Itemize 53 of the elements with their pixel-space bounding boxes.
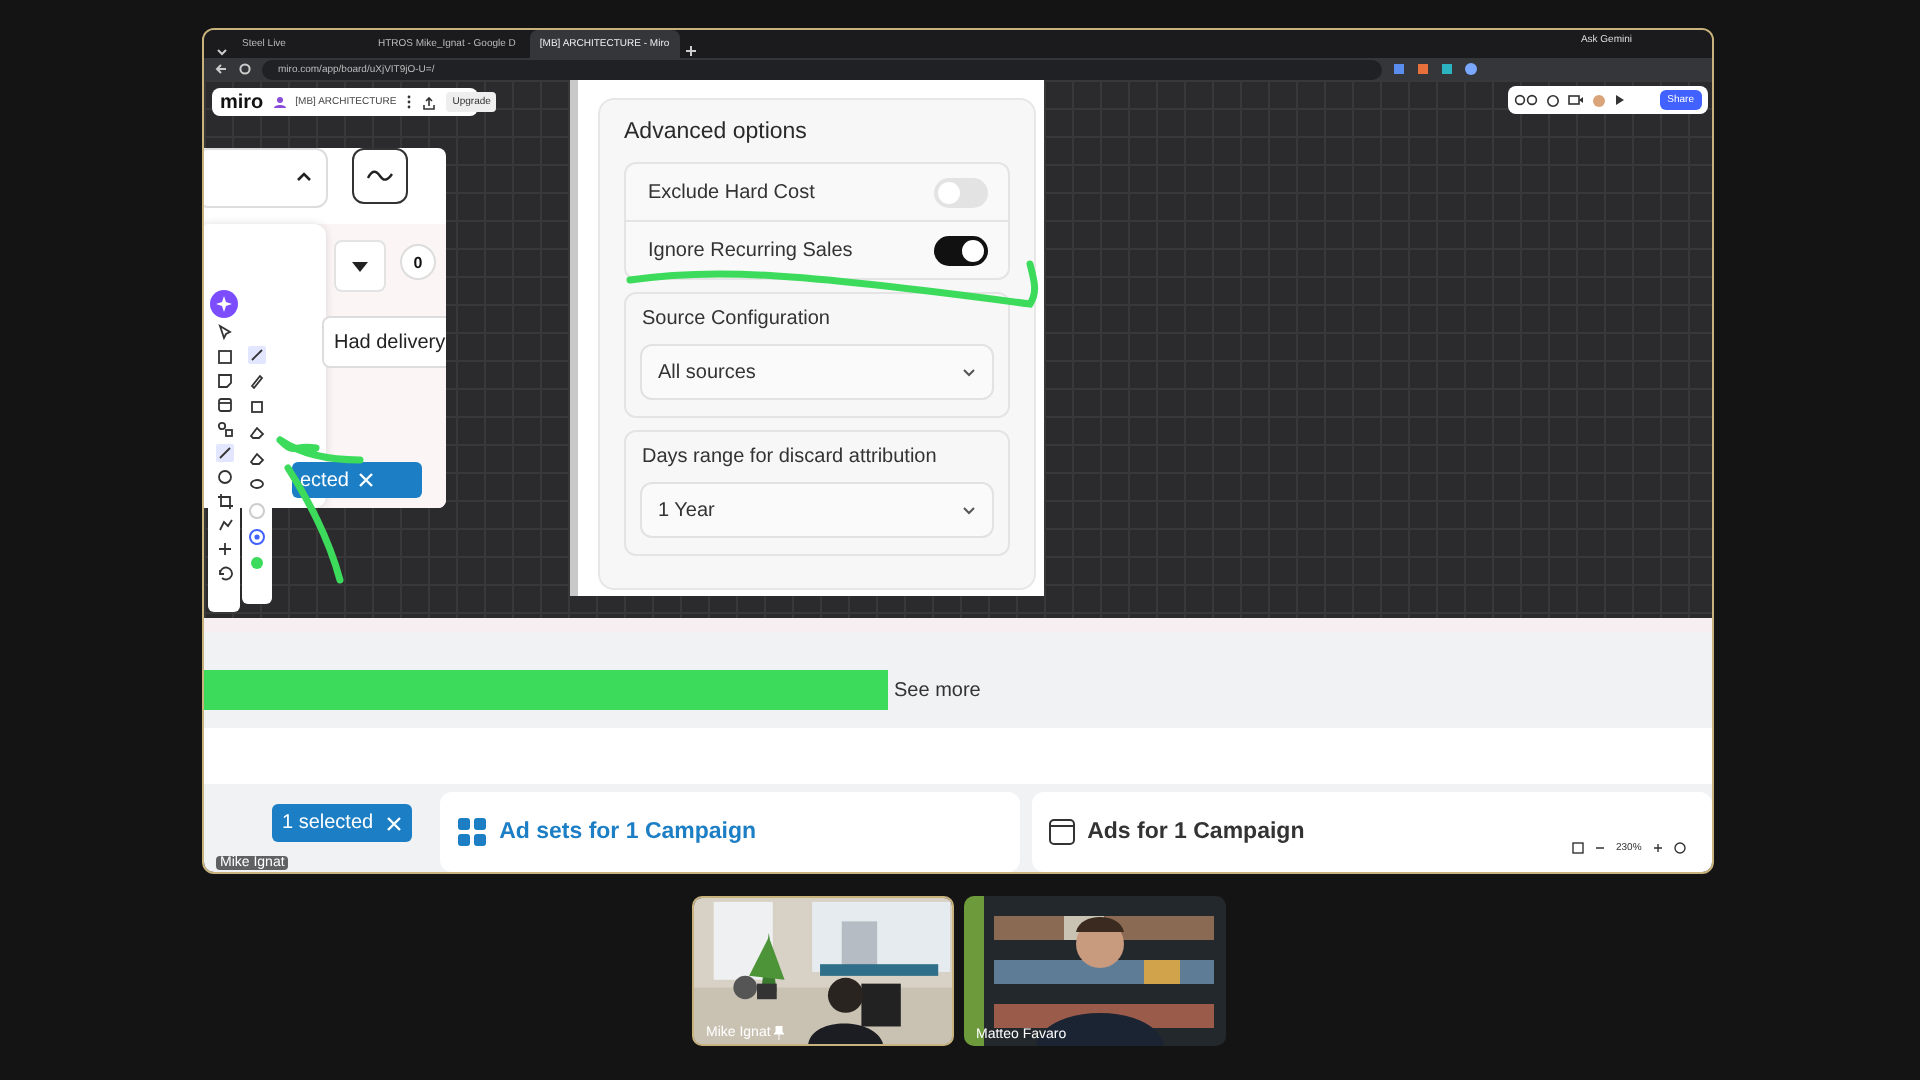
chevron-down-icon[interactable] (962, 505, 976, 515)
back-icon[interactable] (214, 62, 228, 77)
dropdown-field[interactable] (204, 148, 328, 208)
logo: miro (220, 91, 264, 113)
sticky-note-icon[interactable] (215, 372, 233, 390)
chevron-down-icon[interactable] (962, 367, 976, 377)
more-icon[interactable] (406, 94, 413, 110)
sparkle-icon[interactable] (210, 290, 238, 318)
selected-button[interactable]: ected (292, 462, 422, 498)
close-icon[interactable] (385, 815, 402, 831)
video-icon[interactable] (1568, 94, 1584, 106)
field-label: Source Configuration (640, 308, 832, 330)
panel-tab[interactable]: Ad sets for 1 Campaign (439, 792, 1020, 872)
close-icon[interactable] (358, 472, 375, 488)
filter-chip[interactable]: Had delivery (322, 316, 446, 368)
undo-icon[interactable] (215, 564, 233, 582)
select-field[interactable]: All sources (640, 344, 994, 400)
person-icon[interactable] (273, 96, 286, 108)
frame-icon[interactable] (215, 396, 233, 414)
chevron-up-icon[interactable] (296, 170, 312, 182)
caret-icon[interactable] (352, 261, 368, 271)
minus-icon[interactable] (1594, 842, 1606, 854)
window-icon[interactable] (1047, 818, 1076, 846)
color-dot-icon[interactable] (248, 528, 266, 546)
upload-icon[interactable] (422, 95, 437, 109)
wave-icon[interactable] (366, 168, 394, 184)
counter: 0 (400, 244, 436, 280)
cursor-icon[interactable] (215, 324, 233, 342)
chevron-icon[interactable] (216, 46, 228, 59)
play-icon[interactable] (1614, 94, 1626, 106)
reactions-icon[interactable] (1514, 94, 1538, 106)
crop-icon[interactable] (215, 492, 233, 510)
marker-icon[interactable] (248, 372, 266, 390)
see-more-link[interactable]: See more (894, 679, 981, 701)
plus-icon[interactable] (1651, 842, 1664, 854)
select-field[interactable]: 1 Year (640, 482, 994, 538)
field-label: Days range for discard attribution (640, 446, 939, 468)
toggle-label: Exclude Hard Cost (648, 181, 815, 203)
trend-button[interactable] (352, 148, 408, 204)
toggle-label: Ignore Recurring Sales (648, 239, 853, 261)
shapes-icon[interactable] (215, 420, 233, 438)
pen-icon[interactable] (215, 444, 233, 462)
profile-icon[interactable] (1464, 62, 1478, 77)
pen-icon[interactable] (248, 346, 266, 364)
lasso-icon[interactable] (248, 476, 266, 494)
selected-button[interactable]: 1 selected (272, 804, 412, 842)
toggle-switch[interactable] (934, 177, 988, 207)
plus-icon[interactable] (215, 540, 233, 558)
toggle-switch[interactable] (934, 235, 988, 265)
section-title: Advanced options (624, 120, 809, 144)
circle-icon[interactable] (215, 468, 233, 486)
color-dot-icon[interactable] (248, 554, 266, 572)
dropdown-button[interactable] (334, 240, 386, 292)
